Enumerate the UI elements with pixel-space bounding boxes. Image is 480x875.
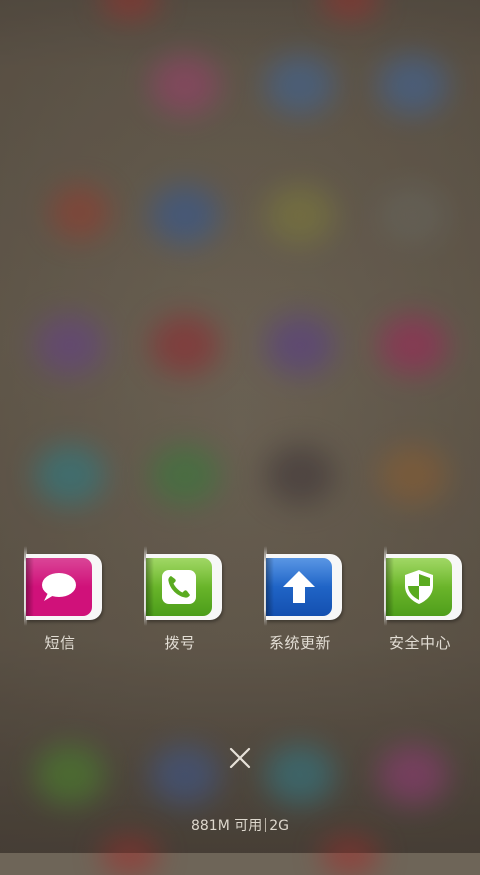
recent-app-system-update[interactable]: 系统更新	[240, 544, 344, 656]
clear-recents-button[interactable]	[222, 740, 258, 776]
app-card[interactable]	[266, 554, 342, 620]
close-icon	[229, 747, 251, 769]
app-card-fill	[146, 558, 212, 616]
memory-total: 2G	[269, 818, 290, 834]
app-label: 拨号	[164, 634, 196, 652]
up-arrow-icon	[281, 569, 317, 605]
app-card-fill	[266, 558, 332, 616]
recent-apps-row: 短信 拨号 系统更新 安全中心	[0, 544, 480, 664]
app-card-fill	[26, 558, 92, 616]
dim-overlay	[0, 0, 480, 853]
app-label: 安全中心	[388, 634, 451, 652]
app-card-fill	[386, 558, 452, 616]
memory-available: 881M 可用	[190, 818, 263, 834]
divider	[265, 818, 267, 832]
recent-app-dialer[interactable]: 拨号	[120, 544, 224, 656]
app-label: 系统更新	[268, 634, 331, 652]
app-card[interactable]	[26, 554, 102, 620]
message-bubble-icon	[39, 570, 79, 604]
app-label: 短信	[44, 634, 76, 652]
recent-app-security-center[interactable]: 安全中心	[360, 544, 464, 656]
shield-icon	[402, 568, 436, 606]
app-card[interactable]	[386, 554, 462, 620]
memory-status: 881M 可用 2G	[0, 815, 480, 835]
recent-app-messages[interactable]: 短信	[0, 544, 104, 656]
phone-handset-icon	[160, 568, 198, 606]
app-card[interactable]	[146, 554, 222, 620]
